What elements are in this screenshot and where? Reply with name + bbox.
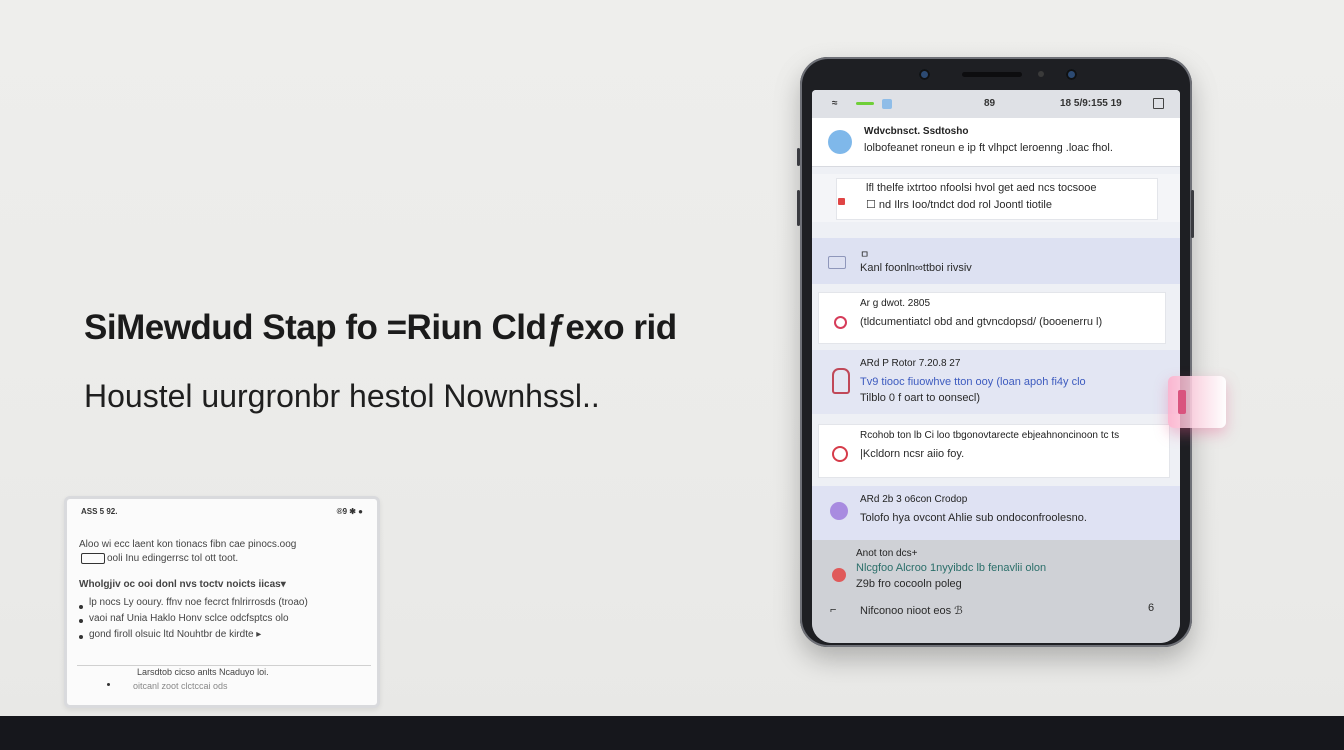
item-text[interactable]: Nlcgfoo Alcroo 1nyyibdc lb fenavlii olon [856,562,1046,574]
bell-icon [832,368,850,394]
battery-icon [1153,98,1164,109]
nav-right-button[interactable]: 6 [1148,602,1154,614]
item-title: ㅁ [860,250,870,261]
tablet-text-line: gond firoll olsuic ltd Nouhtbr de kirdte… [89,629,262,640]
tablet-text-line: Larsdtob cicso anlts Ncaduyo loi. [137,667,269,677]
bullet-icon [107,683,110,686]
volume-button[interactable] [797,148,800,166]
back-button[interactable]: ⌐ [830,604,836,616]
alert-icon [834,316,847,329]
list-item[interactable]: ARd P Rotor 7.20.8 27 Tv9 tiooc fiuowhve… [812,350,1180,414]
front-camera-icon [1066,69,1077,80]
message-icon [828,130,852,154]
front-camera-icon [919,69,930,80]
item-text: (tldcumentiatcl obd and gtvncdopsd/ (boo… [860,316,1103,328]
item-title: ARd P Rotor 7.20.8 27 [860,358,961,369]
status-bar: ≈ 89 18 5/9:155 19 [812,90,1180,118]
tablet-text-line: ooli Inu edingerrsc tol ott toot. [107,553,239,564]
item-title: Rcohob ton lb Ci loo tbgonovtarecte ebje… [860,430,1120,441]
bottom-panel: Anot ton dcs+ Nlcgfoo Alcroo 1nyyibdc lb… [812,540,1180,643]
nav-text: Nifconoo nioot eos ℬ [860,605,963,617]
tablet-text-line: Wholgjiv oc ooi donl nvs toctv noicts ii… [79,579,286,590]
status-center: 89 [984,98,996,109]
tablet-text-line: vaoi naf Unia Haklo Honv sclce odcfsptcs… [89,613,289,624]
alert-icon [832,446,848,462]
status-clock: 18 5/9:155 19 [1060,98,1122,109]
earpiece-speaker [962,72,1022,77]
item-text: Z9b fro cocooln poleg [856,578,962,590]
tablet-toggle-icon [81,553,105,564]
item-title: Ar g dwot. 2805 [860,298,931,309]
power-button[interactable] [1191,190,1194,238]
grip-icon [1178,390,1186,414]
list-item[interactable]: Ar g dwot. 2805 (tldcumentiatcl obd and … [812,288,1180,346]
item-title: Wdvcbnsct. Ssdtosho [864,126,969,137]
item-title: Anot ton dcs+ [856,548,918,559]
tablet-text-line: oitcanl zoot clctccai ods [133,681,228,691]
tablet-status-right: ®9 ✱ ● [336,507,363,516]
item-text: Tolofo hya ovcont Ahlie sub ondoconfrool… [860,512,1087,524]
tablet-status-left: ASS 5 92. [81,507,118,516]
bullet-icon [79,635,83,639]
bottom-bar [0,716,1344,750]
tablet-text-line: Aloo wi ecc laent kon tionacs fibn cae p… [79,539,297,550]
battery-level-indicator [856,102,874,105]
flag-icon [838,198,845,205]
signal-icon: ≈ [832,98,838,109]
side-pull-tab[interactable] [1168,376,1226,428]
divider [77,665,371,666]
list-item[interactable]: lfl thelfe ixtrtoo nfoolsi hvol get aed … [812,174,1180,222]
tablet-preview: ASS 5 92. ®9 ✱ ● Aloo wi ecc laent kon t… [64,496,380,708]
list-item[interactable]: Wdvcbnsct. Ssdtosho lolbofeanet roneun e… [812,118,1180,166]
divider [812,166,1180,167]
notification-icon [882,99,892,109]
list-item[interactable]: ARd 2b 3 o6con Crodop Tolofo hya ovcont … [812,486,1180,540]
phone-device: ≈ 89 18 5/9:155 19 Wdvcbnsct. Ssdtosho l… [800,57,1192,647]
item-title: ARd 2b 3 o6con Crodop [860,494,968,505]
record-icon [832,568,846,582]
item-text: ☐ nd Ilrs Ioo/tndct dod rol Joontl tioti… [866,199,1052,211]
item-text: lfl thelfe ixtrtoo nfoolsi hvol get aed … [866,182,1097,194]
item-text: Tilblo 0 f oart to oonsecl) [860,392,981,404]
list-item[interactable]: Rcohob ton lb Ci loo tbgonovtarecte ebje… [812,420,1180,482]
item-text: |Kcldorn ncsr aiio foy. [860,448,965,460]
tablet-text-line: lp nocs Ly ooury. ffnv noe fecrct fnlrir… [89,597,308,608]
bullet-icon [79,605,83,609]
profile-icon [830,502,848,520]
proximity-sensor [1038,71,1044,77]
item-text: Tv9 tiooc fiuowhve tton ooy (loan apoh f… [860,376,1086,388]
bullet-icon [79,619,83,623]
volume-button[interactable] [797,190,800,226]
phone-screen: ≈ 89 18 5/9:155 19 Wdvcbnsct. Ssdtosho l… [812,90,1180,643]
item-text: lolbofeanet roneun e ip ft vlhpct leroen… [864,142,1113,154]
list-item[interactable]: ㅁ Kanl foonln∞ttboi rivsiv [812,238,1180,284]
subheadline: Houstel uurgronbr hestol Nownhssl.. [84,378,600,414]
chat-icon [828,256,846,269]
item-text: Kanl foonln∞ttboi rivsiv [860,262,972,274]
headline: SiMewdud Stap fo =Riun Cldƒexo rid [84,308,677,347]
